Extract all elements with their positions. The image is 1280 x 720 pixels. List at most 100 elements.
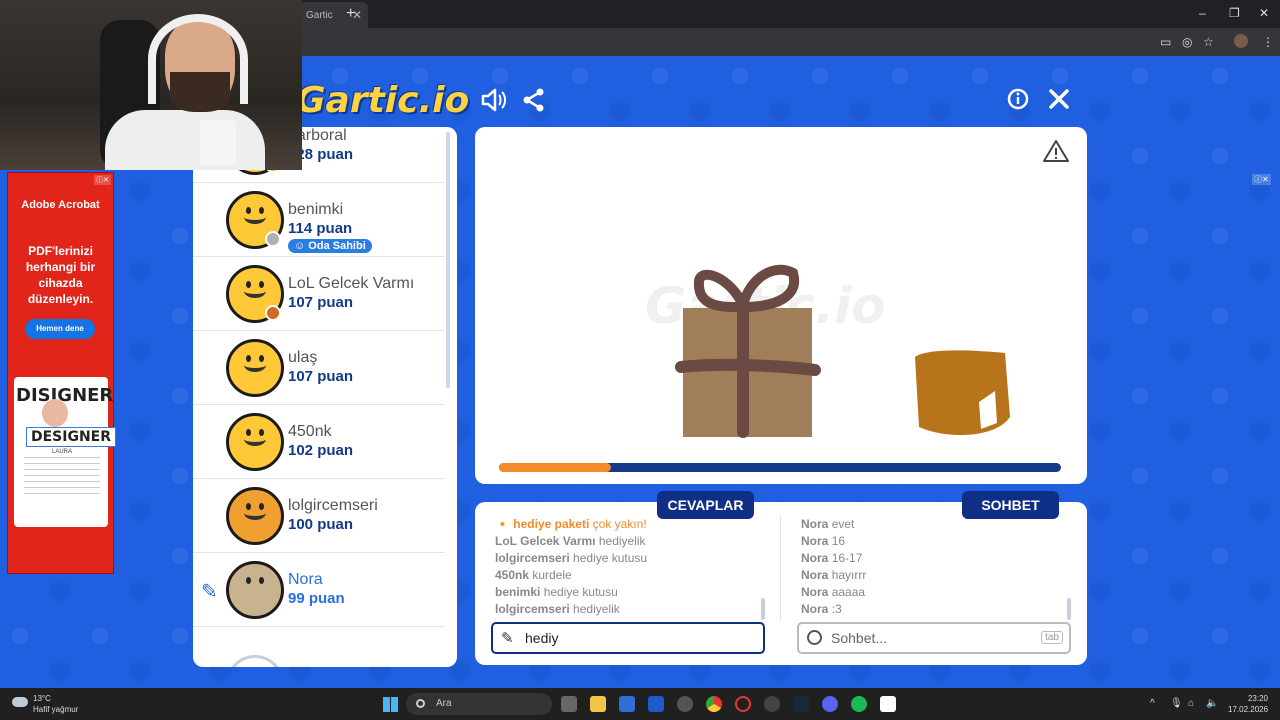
steam-helper-icon[interactable] [677,696,693,712]
opera-icon[interactable] [735,696,751,712]
volume-icon[interactable] [481,88,507,112]
answers-scrollbar[interactable] [761,598,765,620]
ad-card-lines [24,457,100,497]
chat-message: Nora 16 [801,534,846,548]
player-avatar [226,339,284,397]
ad-image: DISIGNER DESIGNER LAURA [14,377,117,527]
weather-widget[interactable]: 13°C Hafif yağmur [33,693,78,715]
discord-icon[interactable] [822,696,838,712]
chat-input[interactable]: Sohbet... tab [797,622,1071,654]
info-icon[interactable] [1007,88,1029,110]
player-score: 102 puan [288,442,354,459]
headset [148,14,248,104]
obs-icon[interactable] [764,696,780,712]
chat-message: Nora evet [801,517,855,531]
drawing-canvas[interactable]: Gartic.io [475,127,1087,484]
player-name: Nora [288,571,323,588]
outlook-icon[interactable] [648,696,664,712]
microphone-icon[interactable]: 🎙 [1170,698,1183,709]
spotify-icon[interactable] [851,696,867,712]
player-name: ulaş [288,349,318,366]
gartic-logo: Gartic.io [296,80,470,121]
chrome-icon[interactable] [706,696,722,712]
clock-date: 17.02.2026 [1228,705,1269,714]
player-status-dot [265,305,281,321]
player-row: ulaş 107 puan [193,331,445,405]
ad-card-title-2: DESIGNER [26,427,117,447]
mail-icon[interactable] [619,696,635,712]
game-page: ⓘ✕ Adobe Acrobat PDF'lerinizi herhangi b… [0,0,1280,688]
answer-message: 🔸 hediye paketi çok yakın! [495,517,647,531]
player-score: 114 puan [288,220,353,237]
chat-bubble-icon [807,630,822,645]
browser-tab[interactable]: Gartic ✕ [300,2,368,28]
weather-icon [12,697,28,707]
answer-input[interactable]: ✎ hediy [491,622,765,654]
player-avatar [226,413,284,471]
player-row: benimki 114 puan ☺ Oda Sahibi [193,183,445,257]
chat-input-placeholder[interactable]: Sohbet... [831,630,887,646]
gift-bow [693,264,800,320]
menu-icon[interactable]: ⋮ [1262,35,1274,49]
player-name: benimki [288,201,344,218]
player-list-scrollbar[interactable] [446,132,450,388]
player-avatar [226,487,284,545]
capcut-icon[interactable] [880,696,896,712]
temperature: 13°C [33,694,51,703]
close-icon[interactable] [1048,88,1070,110]
clock[interactable]: 23:20 17.02.2026 [1228,693,1268,715]
drawing [675,264,1010,438]
ad-info-icon-right[interactable]: ⓘ✕ [1252,174,1271,185]
file-explorer-icon[interactable] [590,696,606,712]
profile-avatar[interactable] [1234,34,1248,48]
streamer-shirt [105,110,265,170]
chat-message: Nora :3 [801,602,842,616]
share-icon[interactable] [523,88,545,112]
eye-off-icon[interactable]: ◎ [1182,35,1192,49]
network-icon[interactable]: ⌂ [1188,698,1194,709]
tray-chevron-icon[interactable]: ^ [1150,698,1155,709]
player-score: 107 puan [288,294,354,311]
ad-info-icon[interactable]: ⓘ✕ [94,175,111,185]
search-label: Ara [436,698,452,709]
answer-input-value[interactable]: hediy [525,630,558,646]
player-row: LoL Gelcek Varmı 107 puan [193,257,445,331]
new-tab-button[interactable]: + [346,5,355,23]
ad-button[interactable]: Hemen dene [25,319,95,339]
pencil-icon: ✎ [501,630,514,647]
minimize-button[interactable]: – [1199,6,1206,20]
answer-message: 450nk kurdele [495,568,572,582]
player-score: 100 puan [288,516,354,533]
player-avatar [226,561,284,619]
player-name: 450nk [288,423,332,440]
player-name: LoL Gelcek Varmı [288,275,415,292]
window-close-button[interactable]: ✕ [1259,6,1269,20]
answer-message: lolgircemseri hediyelik [495,602,620,616]
chat-message: Nora aaaaa [801,585,866,599]
speaker-icon[interactable]: 🔈 [1206,698,1218,709]
webcam-overlay [0,0,302,170]
tab-chat[interactable]: SOHBET [962,491,1059,519]
round-timer-bar [499,463,1061,472]
maximize-button[interactable]: ❐ [1229,6,1240,20]
player-score: 107 puan [288,368,354,385]
answer-message: LoL Gelcek Varmı hediyelik [495,534,646,548]
task-view-icon[interactable] [561,696,577,712]
player-list: darboral 128 puan benimki 114 puan ☺ Oda… [193,127,457,667]
tab-title: Gartic [306,10,333,21]
chat-divider [780,516,781,620]
chat-scrollbar[interactable] [1067,598,1071,620]
room-owner-badge: ☺ Oda Sahibi [288,239,372,253]
tab-answers[interactable]: CEVAPLAR [657,491,754,519]
start-button[interactable] [383,697,398,712]
chat-panel: CEVAPLAR SOHBET 🔸 hediye paketi çok yakı… [475,491,1087,665]
answer-message: lolgircemseri hediye kutusu [495,551,648,565]
ad-banner[interactable]: ⓘ✕ Adobe Acrobat PDF'lerinizi herhangi b… [7,172,117,574]
clock-time: 23:20 [1247,694,1268,703]
star-icon[interactable]: ☆ [1203,35,1214,49]
ad-brand: Adobe Acrobat [21,199,100,211]
steam-icon[interactable] [793,696,809,712]
taskbar-search[interactable]: Ara [406,693,552,715]
cast-icon[interactable]: ▭ [1160,35,1171,49]
ad-card-caption: LAURA [52,449,73,455]
